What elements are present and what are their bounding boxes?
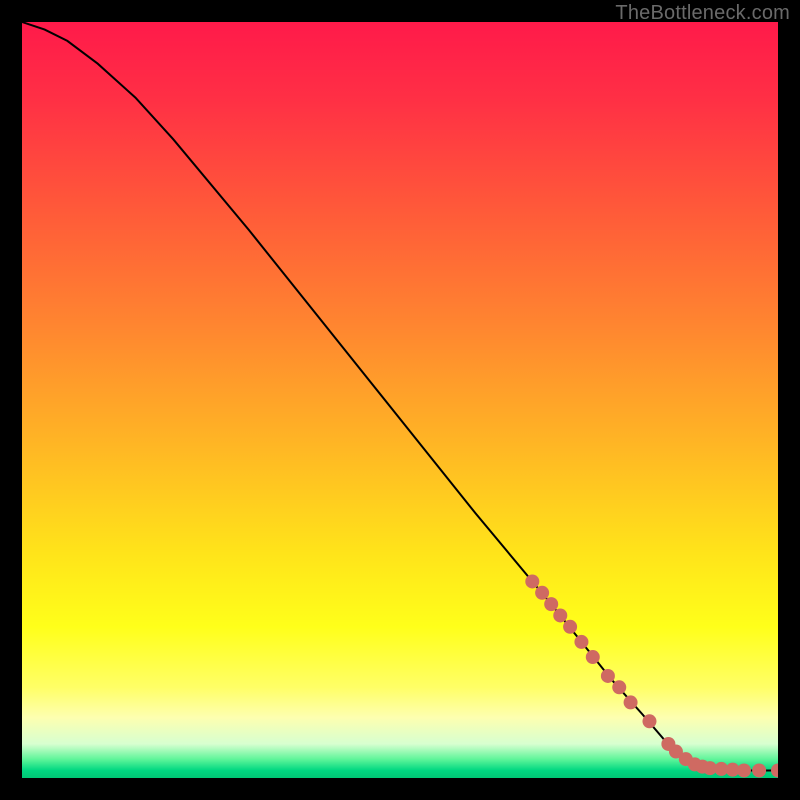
marker-point: [563, 620, 577, 634]
marker-point: [544, 597, 558, 611]
gradient-panel: [22, 22, 778, 778]
marker-point: [574, 635, 588, 649]
marker-point: [586, 650, 600, 664]
marker-point: [612, 680, 626, 694]
marker-point: [525, 574, 539, 588]
marker-point: [535, 586, 549, 600]
marker-point: [642, 714, 656, 728]
marker-point: [752, 763, 766, 777]
chart-plot: [22, 22, 778, 778]
marker-point: [601, 669, 615, 683]
marker-point: [553, 608, 567, 622]
chart-stage: TheBottleneck.com: [0, 0, 800, 800]
marker-point: [737, 763, 751, 777]
marker-point: [624, 695, 638, 709]
